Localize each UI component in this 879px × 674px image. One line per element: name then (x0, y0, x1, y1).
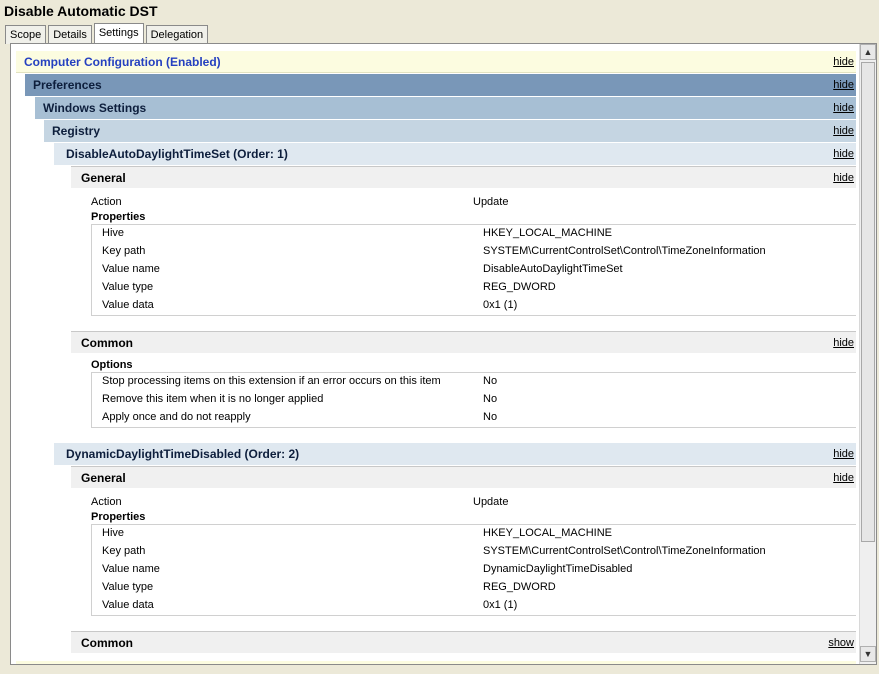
action-value: Update (473, 196, 509, 208)
report-content: Computer Configuration (Enabled) hide Pr… (11, 44, 858, 664)
properties-table (91, 524, 856, 616)
tab-scope[interactable]: Scope (5, 25, 47, 44)
common-hide-link[interactable]: hide (833, 332, 854, 354)
properties-heading: Properties (91, 211, 146, 223)
common-section-header: Common hide (71, 331, 856, 353)
option-name: Apply once and do not reapply (102, 411, 251, 423)
property-name: Value data (102, 299, 154, 311)
property-value: HKEY_LOCAL_MACHINE (483, 527, 612, 539)
property-value: REG_DWORD (483, 281, 556, 293)
option-value: No (483, 411, 498, 423)
registry-item-label: DynamicDaylightTimeDisabled (Order: 2) (66, 447, 300, 461)
registry-hide-link[interactable]: hide (833, 120, 854, 142)
registry-item-hide-link[interactable]: hide (833, 143, 854, 165)
property-name: Value data (102, 599, 154, 611)
general-section-label: General (81, 471, 126, 485)
window-title: Disable Automatic DST (4, 3, 158, 19)
registry-item-label: DisableAutoDaylightTimeSet (Order: 1) (66, 147, 288, 161)
option-name: Stop processing items on this extension … (102, 375, 441, 387)
tab-delegation[interactable]: Delegation (145, 25, 209, 44)
registry-item-header: DisableAutoDaylightTimeSet (Order: 1) hi… (54, 143, 856, 165)
property-name: Value type (102, 281, 154, 293)
general-section-label: General (81, 171, 126, 185)
property-value: DynamicDaylightTimeDisabled (483, 563, 633, 575)
registry-header: Registry hide (44, 120, 856, 142)
preferences-hide-link[interactable]: hide (833, 74, 854, 96)
general-hide-link[interactable]: hide (833, 167, 854, 189)
registry-label: Registry (52, 124, 101, 138)
action-value: Update (473, 496, 509, 508)
scroll-down-arrow-icon[interactable]: ▼ (860, 646, 876, 662)
computer-config-label: Computer Configuration (Enabled) (24, 55, 221, 69)
option-value: No (483, 393, 498, 405)
vertical-scrollbar[interactable]: ▲ ▼ (859, 44, 876, 664)
registry-item-hide-link[interactable]: hide (833, 443, 854, 465)
property-value: HKEY_LOCAL_MACHINE (483, 227, 612, 239)
properties-heading: Properties (91, 511, 146, 523)
properties-table (91, 224, 856, 316)
property-value: REG_DWORD (483, 581, 556, 593)
tab-settings[interactable]: Settings (93, 23, 144, 44)
property-value: 0x1 (1) (483, 599, 518, 611)
computer-config-hide-link[interactable]: hide (833, 51, 854, 73)
common-section-header: Common show (71, 631, 856, 653)
general-section-header: General hide (71, 166, 856, 188)
common-section-label: Common (81, 636, 133, 650)
property-name: Value name (102, 263, 160, 275)
next-section-peek (16, 661, 856, 664)
property-value: DisableAutoDaylightTimeSet (483, 263, 623, 275)
options-heading: Options (91, 359, 133, 371)
property-value: SYSTEM\CurrentControlSet\Control\TimeZon… (483, 245, 766, 257)
property-name: Value name (102, 563, 160, 575)
action-label: Action (91, 196, 122, 208)
general-hide-link[interactable]: hide (833, 467, 854, 489)
property-name: Hive (102, 227, 125, 239)
tab-bar: Scope Details Settings Delegation (5, 23, 210, 44)
general-section-header: General hide (71, 466, 856, 488)
action-label: Action (91, 496, 122, 508)
property-name: Key path (102, 245, 146, 257)
tab-details[interactable]: Details (48, 25, 92, 44)
property-name: Hive (102, 527, 125, 539)
property-name: Value type (102, 581, 154, 593)
windows-settings-hide-link[interactable]: hide (833, 97, 854, 119)
option-name: Remove this item when it is no longer ap… (102, 393, 324, 405)
scrollbar-thumb[interactable] (861, 62, 875, 542)
option-value: No (483, 375, 498, 387)
property-name: Key path (102, 545, 146, 557)
preferences-label: Preferences (33, 78, 102, 92)
registry-item-header: DynamicDaylightTimeDisabled (Order: 2) h… (54, 443, 856, 465)
common-section-label: Common (81, 336, 133, 350)
property-value: SYSTEM\CurrentControlSet\Control\TimeZon… (483, 545, 766, 557)
windows-settings-label: Windows Settings (43, 101, 147, 115)
scroll-up-arrow-icon[interactable]: ▲ (860, 44, 876, 60)
preferences-header: Preferences hide (25, 74, 856, 96)
property-value: 0x1 (1) (483, 299, 518, 311)
windows-settings-header: Windows Settings hide (35, 97, 856, 119)
computer-config-header: Computer Configuration (Enabled) hide (16, 51, 856, 73)
settings-report: Computer Configuration (Enabled) hide Pr… (10, 43, 877, 665)
common-show-link[interactable]: show (828, 632, 854, 654)
